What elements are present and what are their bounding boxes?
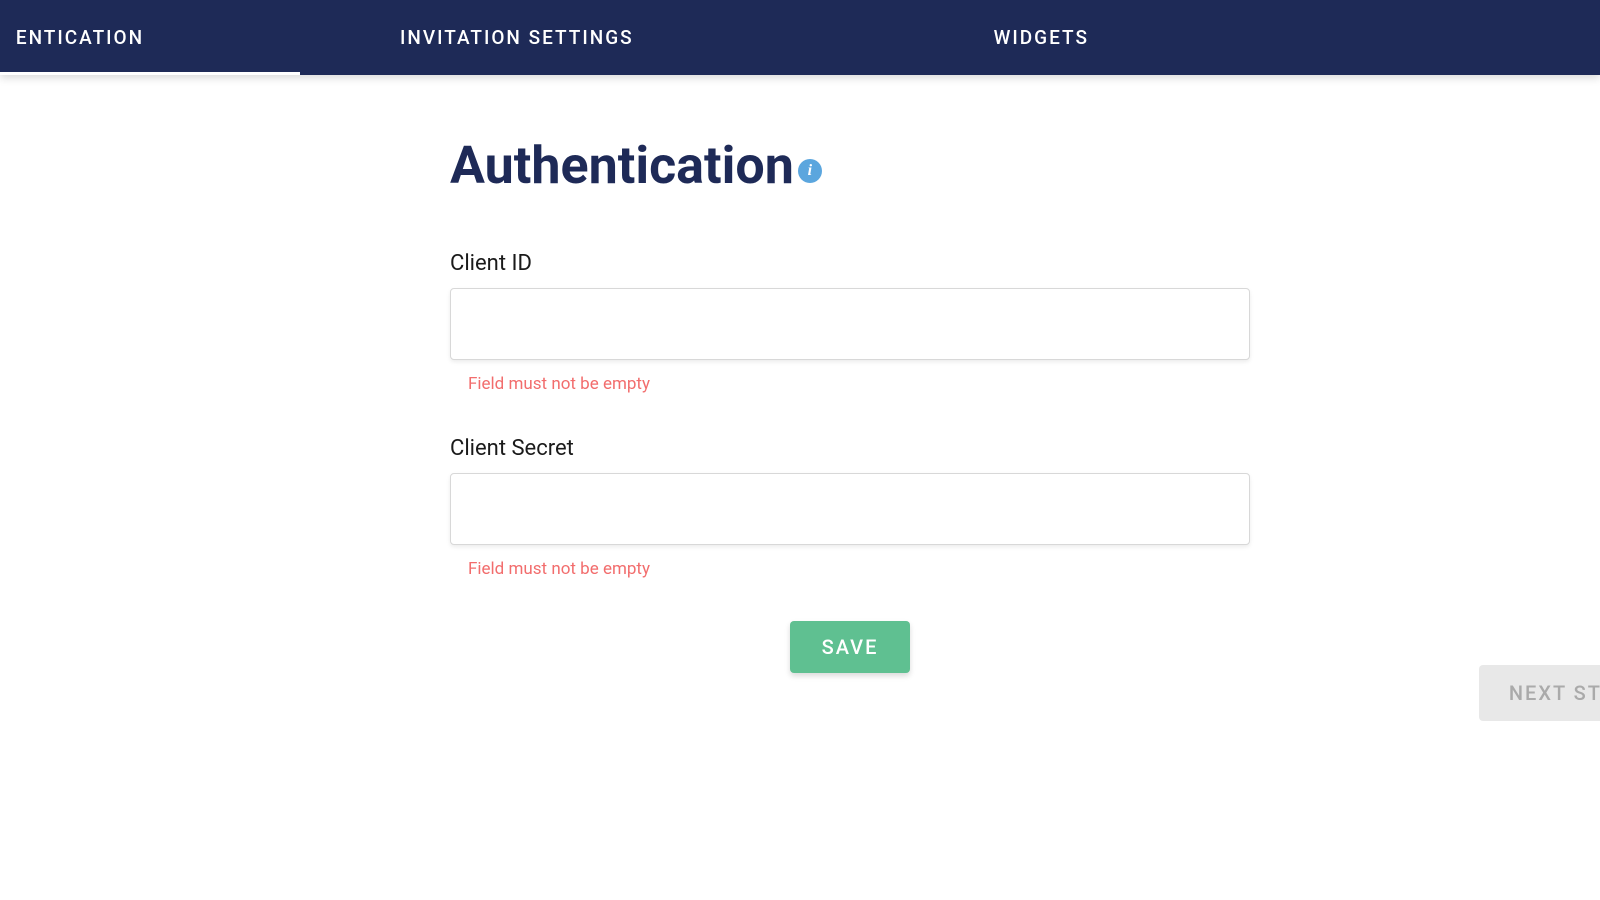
client-secret-input[interactable]	[450, 473, 1250, 545]
page-title: Authentication	[450, 135, 794, 196]
form-group-client-secret: Client Secret Field must not be empty	[450, 436, 1250, 579]
content-area: Authentication i Client ID Field must no…	[0, 75, 1600, 673]
client-id-input[interactable]	[450, 288, 1250, 360]
info-icon[interactable]: i	[798, 159, 822, 183]
tab-invitation-settings[interactable]: INVITATION SETTINGS	[320, 0, 714, 75]
tab-bar: ENTICATION INVITATION SETTINGS WIDGETS	[0, 0, 1600, 75]
page-title-row: Authentication i	[450, 135, 1600, 196]
tab-label: INVITATION SETTINGS	[400, 26, 634, 49]
tab-label: ENTICATION	[16, 26, 144, 49]
client-id-label: Client ID	[450, 251, 1250, 276]
tab-widgets[interactable]: WIDGETS	[914, 0, 1169, 75]
client-secret-error: Field must not be empty	[450, 559, 1250, 579]
tab-label: WIDGETS	[994, 26, 1089, 49]
next-step-button[interactable]: NEXT STEP	[1479, 665, 1600, 721]
save-button[interactable]: SAVE	[790, 621, 911, 673]
tab-authentication[interactable]: ENTICATION	[0, 0, 300, 75]
client-secret-label: Client Secret	[450, 436, 1250, 461]
form-group-client-id: Client ID Field must not be empty	[450, 251, 1250, 394]
save-button-wrapper: SAVE	[450, 621, 1250, 673]
client-id-error: Field must not be empty	[450, 374, 1250, 394]
